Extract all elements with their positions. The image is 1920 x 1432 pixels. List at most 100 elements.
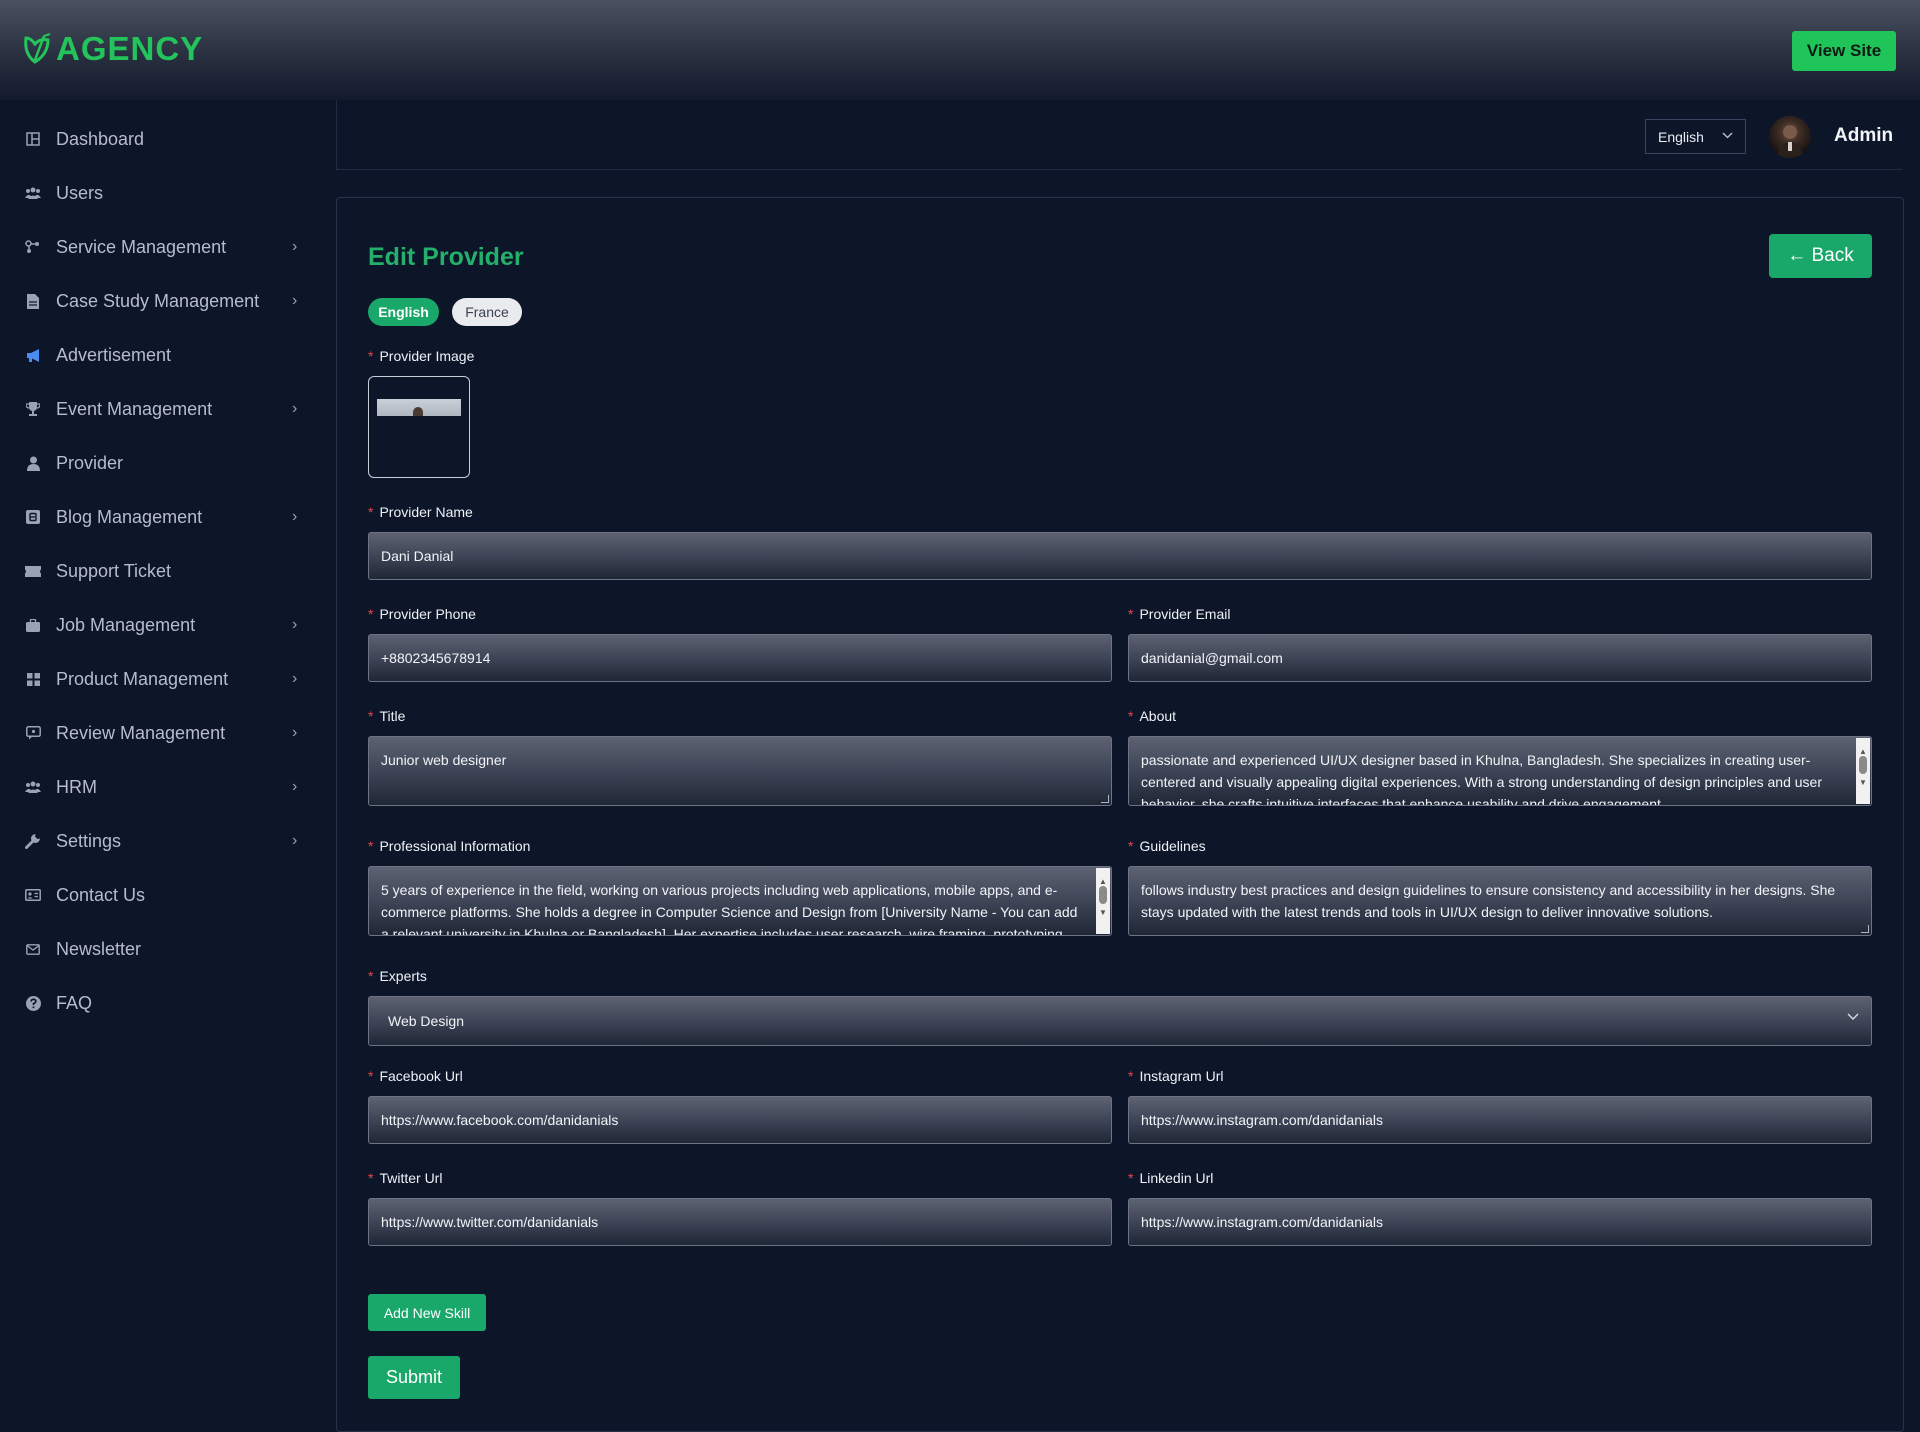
sidebar-item-label: Users <box>56 182 104 203</box>
contact-card-icon <box>25 887 41 903</box>
guidelines-value: follows industry best practices and desi… <box>1141 882 1836 920</box>
instagram-url-label: * Instagram Url <box>1128 1068 1224 1084</box>
guidelines-textarea[interactable]: follows industry best practices and desi… <box>1128 866 1872 936</box>
chevron-right-icon: › <box>292 724 298 741</box>
sidebar-item-event-management[interactable]: Event Management › <box>0 382 336 436</box>
professional-info-textarea[interactable]: 5 years of experience in the field, work… <box>368 866 1112 936</box>
chevron-right-icon: › <box>292 670 298 687</box>
avatar[interactable] <box>1769 116 1811 158</box>
sidebar-item-service-management[interactable]: Service Management › <box>0 220 336 274</box>
submit-button[interactable]: Submit <box>368 1356 460 1399</box>
title-textarea[interactable]: Junior web designer <box>368 736 1112 806</box>
provider-email-input[interactable]: danidanial@gmail.com <box>1128 634 1872 682</box>
sidebar-item-label: Case Study Management <box>56 290 260 311</box>
sidebar-item-settings[interactable]: Settings › <box>0 814 336 868</box>
page-title: Edit Provider <box>368 243 524 271</box>
about-scrollbar[interactable]: ▲ ▼ <box>1856 738 1870 804</box>
professional-info-scrollbar[interactable]: ▲ ▼ <box>1096 868 1110 934</box>
about-textarea-value: passionate and experienced UI/UX designe… <box>1141 752 1822 806</box>
chevron-right-icon: › <box>292 238 298 255</box>
add-new-skill-button[interactable]: Add New Skill <box>368 1294 486 1331</box>
instagram-url-input[interactable]: https://www.instagram.com/danidanials <box>1128 1096 1872 1144</box>
about-label: * About <box>1128 708 1177 724</box>
sidebar-item-support-ticket[interactable]: Support Ticket <box>0 544 336 598</box>
sidebar-item-contact-us[interactable]: Contact Us <box>0 868 336 922</box>
scroll-down-icon[interactable]: ▼ <box>1859 772 1867 794</box>
sidebar-item-dashboard[interactable]: Dashboard <box>0 112 336 166</box>
sidebar-item-review-management[interactable]: Review Management › <box>0 706 336 760</box>
sidebar-item-label: Review Management <box>56 722 226 743</box>
provider-email-label: * Provider Email <box>1128 606 1231 622</box>
resize-grip-icon[interactable] <box>1101 795 1109 803</box>
sidebar-item-label: Newsletter <box>56 938 142 959</box>
ticket-icon <box>25 563 41 579</box>
sidebar-item-job-management[interactable]: Job Management › <box>0 598 336 652</box>
provider-phone-label: * Provider Phone <box>368 606 476 622</box>
sidebar-item-label: Blog Management <box>56 506 203 527</box>
sidebar-item-hrm[interactable]: HRM › <box>0 760 336 814</box>
about-textarea[interactable]: passionate and experienced UI/UX designe… <box>1128 736 1872 806</box>
view-site-button[interactable]: View Site <box>1792 31 1896 71</box>
sidebar-item-provider[interactable]: Provider <box>0 436 336 490</box>
sidebar-item-product-management[interactable]: Product Management › <box>0 652 336 706</box>
facebook-url-label: * Facebook Url <box>368 1068 463 1084</box>
sidebar-item-label: Provider <box>56 452 124 473</box>
provider-name-label: * Provider Name <box>368 504 473 520</box>
twitter-url-label: * Twitter Url <box>368 1170 443 1186</box>
language-select[interactable]: English <box>1645 119 1746 154</box>
scroll-down-icon[interactable]: ▼ <box>1099 902 1107 924</box>
chevron-right-icon: › <box>292 832 298 849</box>
tab-france[interactable]: France <box>452 298 522 326</box>
sidebar-item-label: Product Management <box>56 668 229 689</box>
brand-name: AGENCY <box>56 30 204 67</box>
sidebar-item-label: Service Management <box>56 236 227 257</box>
edit-provider-card <box>336 197 1904 1432</box>
twitter-url-input[interactable]: https://www.twitter.com/danidanials <box>368 1198 1112 1246</box>
professional-info-value: 5 years of experience in the field, work… <box>381 882 1078 936</box>
resize-grip-icon[interactable] <box>1861 925 1869 933</box>
team-icon <box>25 779 41 795</box>
provider-name-input[interactable]: Dani Danial <box>368 532 1872 580</box>
tab-english[interactable]: English <box>368 298 439 326</box>
sidebar-item-case-study-management[interactable]: Case Study Management › <box>0 274 336 328</box>
chevron-right-icon: › <box>292 292 298 309</box>
linkedin-url-input[interactable]: https://www.instagram.com/danidanials <box>1128 1198 1872 1246</box>
sidebar-item-label: FAQ <box>56 992 93 1013</box>
back-button[interactable]: ← Back <box>1769 234 1872 278</box>
leaf-logo-icon <box>24 33 51 64</box>
sidebar-item-label: Advertisement <box>56 344 172 365</box>
provider-phone-input[interactable]: +8802345678914 <box>368 634 1112 682</box>
chevron-down-icon <box>1847 1009 1859 1024</box>
wrench-icon <box>25 833 41 849</box>
sidebar-item-advertisement[interactable]: Advertisement <box>0 328 336 382</box>
provider-image-upload[interactable] <box>368 376 470 478</box>
sidebar-item-faq[interactable]: FAQ <box>0 976 336 1030</box>
question-icon <box>25 995 41 1011</box>
sidebar-item-newsletter[interactable]: Newsletter <box>0 922 336 976</box>
service-icon <box>25 239 41 255</box>
professional-info-label: * Professional Information <box>368 838 531 854</box>
sidebar-item-label: HRM <box>56 776 97 797</box>
guidelines-label: * Guidelines <box>1128 838 1206 854</box>
chevron-right-icon: › <box>292 508 298 525</box>
brand-logo[interactable]: AGENCY <box>22 30 203 68</box>
chevron-down-icon <box>1722 128 1733 142</box>
chevron-right-icon: › <box>292 778 298 795</box>
person-icon <box>25 455 41 471</box>
facebook-url-input[interactable]: https://www.facebook.com/danidanials <box>368 1096 1112 1144</box>
blog-icon <box>25 509 41 525</box>
sidebar: Dashboard Users Service Management › Cas… <box>0 100 336 1432</box>
top-bar: AGENCY View Site <box>0 0 1920 100</box>
sidebar-item-label: Dashboard <box>56 128 145 149</box>
linkedin-url-label: * Linkedin Url <box>1128 1170 1214 1186</box>
experts-select[interactable]: Web Design <box>368 996 1872 1046</box>
title-label: * Title <box>368 708 406 724</box>
title-textarea-value: Junior web designer <box>381 752 507 768</box>
sidebar-item-users[interactable]: Users <box>0 166 336 220</box>
sidebar-item-label: Settings <box>56 830 122 851</box>
sidebar-item-blog-management[interactable]: Blog Management › <box>0 490 336 544</box>
chevron-right-icon: › <box>292 400 298 417</box>
user-name[interactable]: Admin <box>1834 125 1893 147</box>
mail-icon <box>25 941 41 957</box>
megaphone-icon <box>25 347 41 363</box>
